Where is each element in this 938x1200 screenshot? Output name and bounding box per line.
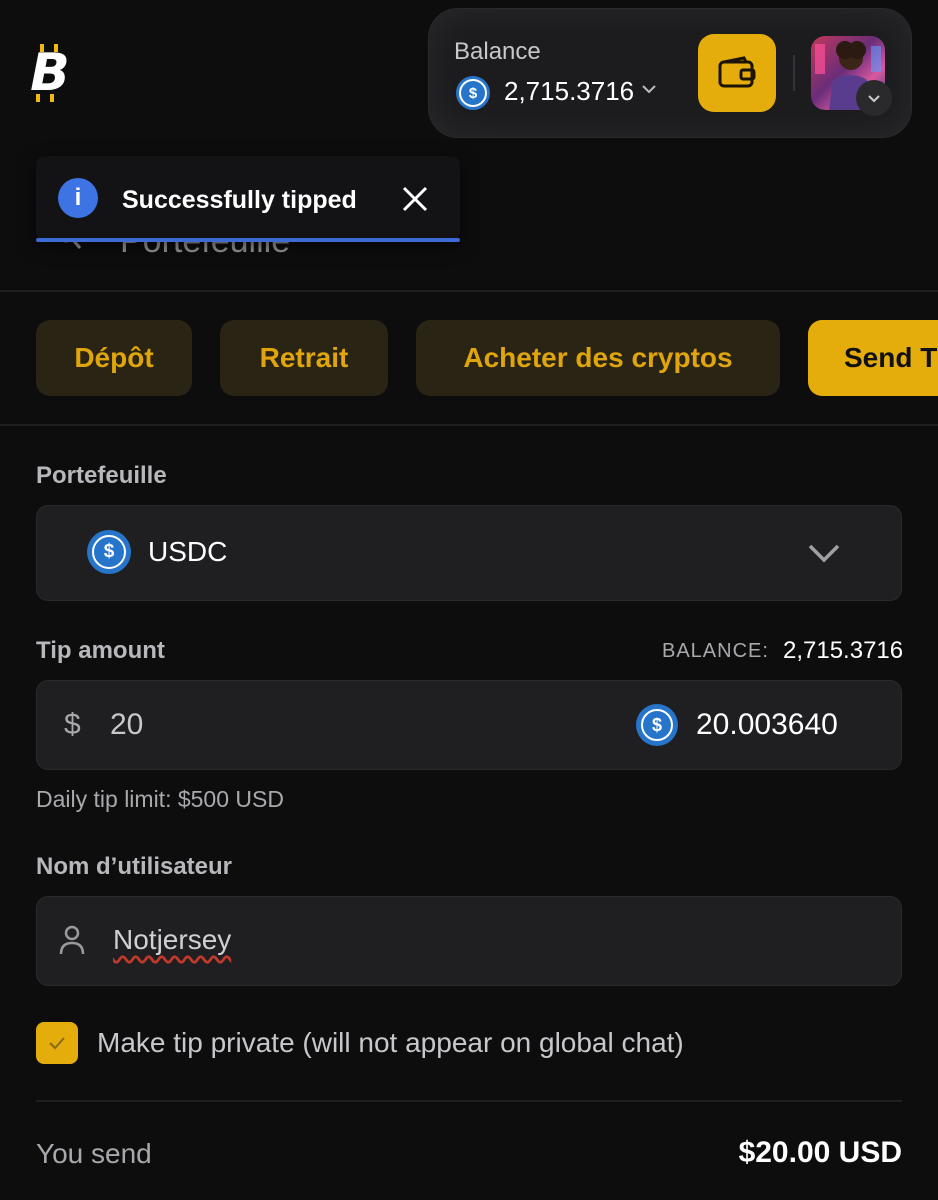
avatar-chevron-down-icon[interactable] <box>856 80 892 116</box>
balance-amount[interactable]: 2,715.3716 <box>504 76 634 107</box>
balance-value: 2,715.3716 <box>783 637 904 664</box>
tip-amount-label: Tip amount <box>36 637 165 664</box>
wallet-select-value: USDC <box>148 536 228 567</box>
tip-usd-input[interactable]: 20 <box>110 708 143 742</box>
close-icon[interactable] <box>400 184 430 214</box>
you-send-label: You send <box>36 1138 152 1169</box>
tab-send-tip[interactable]: Send T <box>808 320 938 396</box>
balance-label: Balance <box>454 38 541 65</box>
chevron-down-icon[interactable] <box>640 80 658 103</box>
username-input[interactable]: Notjersey <box>113 924 231 956</box>
private-tip-label[interactable]: Make tip private (will not appear on glo… <box>97 1027 684 1059</box>
tab-buy-crypto[interactable]: Acheter des cryptos <box>416 320 780 396</box>
user-icon <box>58 924 86 961</box>
balance-caption: BALANCE: <box>662 640 769 662</box>
site-logo[interactable]: B <box>26 44 74 102</box>
divider <box>36 1100 902 1102</box>
tab-depot[interactable]: Dépôt <box>36 320 192 396</box>
logo-tick <box>40 44 44 52</box>
usdc-icon: $ <box>636 704 678 746</box>
dollar-sign-icon: $ <box>64 708 81 741</box>
wallet-button[interactable] <box>698 34 776 112</box>
checkmark-icon <box>49 1037 65 1050</box>
logo-tick <box>50 94 54 102</box>
tab-retrait[interactable]: Retrait <box>220 320 388 396</box>
toast-progress-bar <box>36 238 460 242</box>
usdc-icon: $ <box>456 76 490 110</box>
chevron-down-icon <box>806 540 842 569</box>
logo-tick <box>36 94 40 102</box>
private-tip-checkbox[interactable] <box>36 1022 78 1064</box>
wallet-label: Portefeuille <box>36 462 167 489</box>
you-send-value: $20.00 USD <box>738 1136 902 1169</box>
wallet-icon <box>718 56 756 88</box>
username-label: Nom d’utilisateur <box>36 853 233 880</box>
divider <box>0 424 938 426</box>
tip-crypto-input[interactable]: 20.003640 <box>696 708 838 742</box>
usdc-icon: $ <box>87 530 131 574</box>
info-icon: i <box>58 178 98 218</box>
toast-message: Successfully tipped <box>122 186 357 214</box>
divider <box>0 290 938 292</box>
daily-limit-text: Daily tip limit: $500 USD <box>36 786 284 812</box>
logo-tick <box>54 44 58 52</box>
header-divider <box>793 55 795 91</box>
